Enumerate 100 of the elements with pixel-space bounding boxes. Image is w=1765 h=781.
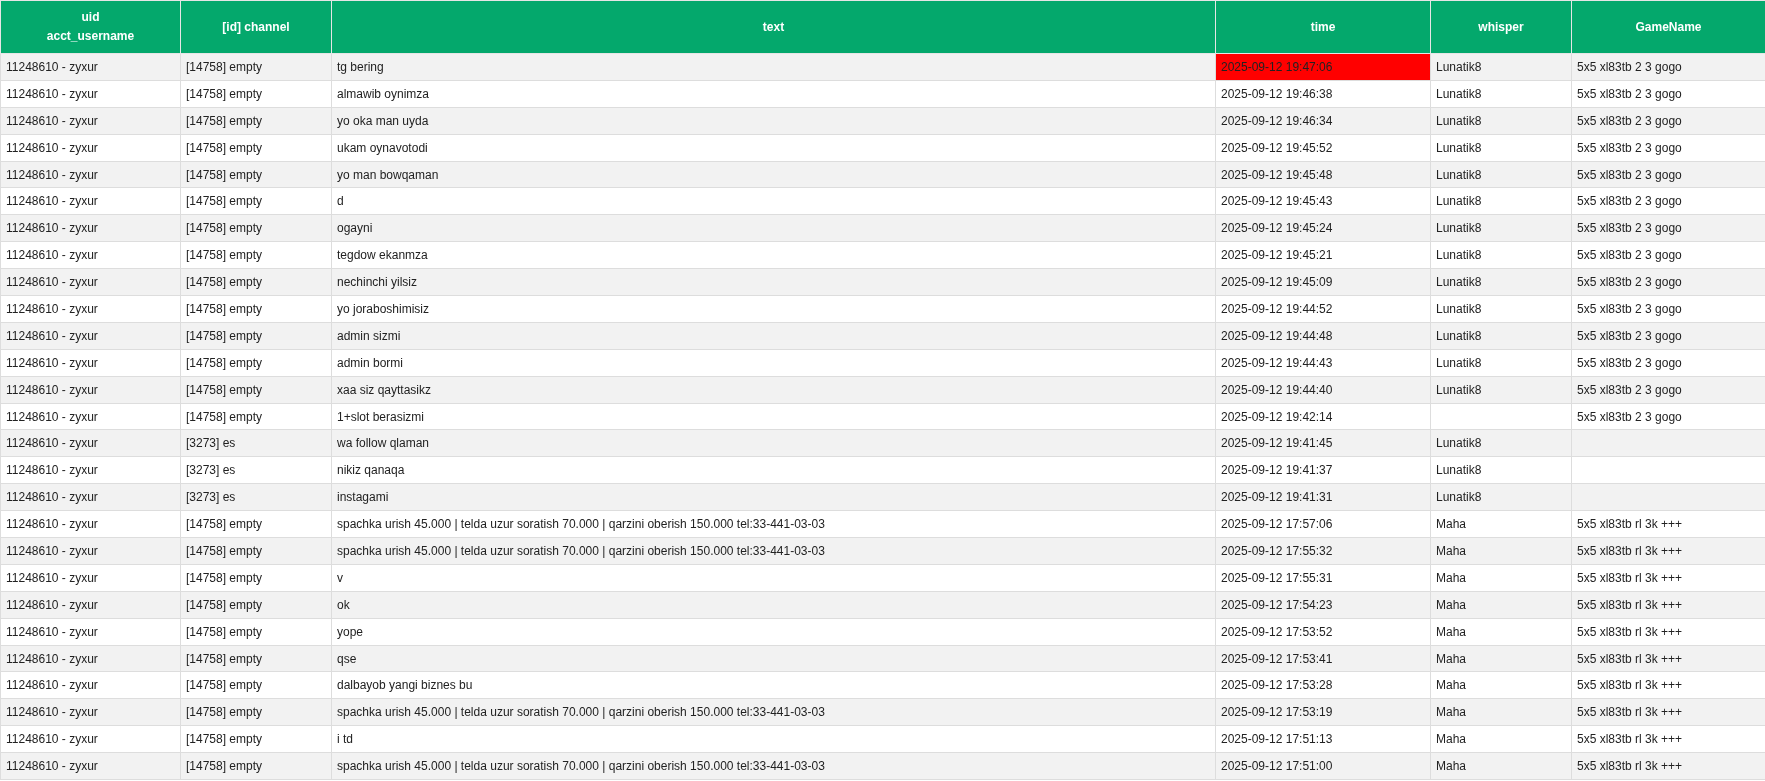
whisper-cell: Lunatik8 bbox=[1430, 429, 1572, 457]
uid-cell: 11248610 - zyxur bbox=[0, 214, 181, 242]
time-cell: 2025-09-12 17:53:41 bbox=[1215, 645, 1431, 672]
channel-cell: [14758] empty bbox=[180, 725, 332, 753]
column-header: uid acct_username bbox=[0, 0, 181, 54]
channel-cell: [14758] empty bbox=[180, 537, 332, 565]
time-cell: 2025-09-12 19:42:14 bbox=[1215, 403, 1431, 430]
channel-cell: [14758] empty bbox=[180, 107, 332, 135]
channel-cell: [14758] empty bbox=[180, 510, 332, 538]
column-header: whisper bbox=[1430, 0, 1572, 54]
message-cell: tegdow ekanmza bbox=[331, 241, 1216, 269]
whisper-cell: Lunatik8 bbox=[1430, 456, 1572, 484]
message-cell: yope bbox=[331, 618, 1216, 646]
time-cell: 2025-09-12 19:47:06 bbox=[1215, 53, 1431, 81]
message-cell: nechinchi yilsiz bbox=[331, 268, 1216, 296]
channel-cell: [14758] empty bbox=[180, 268, 332, 296]
channel-cell: [14758] empty bbox=[180, 161, 332, 188]
uid-cell: 11248610 - zyxur bbox=[0, 322, 181, 350]
whisper-cell: Maha bbox=[1430, 510, 1572, 538]
channel-cell: [3273] es bbox=[180, 429, 332, 457]
time-cell: 2025-09-12 17:55:31 bbox=[1215, 564, 1431, 592]
channel-cell: [14758] empty bbox=[180, 591, 332, 619]
message-cell: admin sizmi bbox=[331, 322, 1216, 350]
channel-cell: [14758] empty bbox=[180, 376, 332, 404]
uid-cell: 11248610 - zyxur bbox=[0, 483, 181, 511]
uid-cell: 11248610 - zyxur bbox=[0, 618, 181, 646]
uid-cell: 11248610 - zyxur bbox=[0, 752, 181, 780]
message-cell: i td bbox=[331, 725, 1216, 753]
time-cell: 2025-09-12 17:53:52 bbox=[1215, 618, 1431, 646]
uid-cell: 11248610 - zyxur bbox=[0, 295, 181, 323]
uid-cell: 11248610 - zyxur bbox=[0, 645, 181, 672]
whisper-cell: Lunatik8 bbox=[1430, 322, 1572, 350]
time-cell: 2025-09-12 19:44:48 bbox=[1215, 322, 1431, 350]
time-cell: 2025-09-12 19:46:34 bbox=[1215, 107, 1431, 135]
whisper-cell: Lunatik8 bbox=[1430, 483, 1572, 511]
message-cell: tg bering bbox=[331, 53, 1216, 81]
channel-cell: [14758] empty bbox=[180, 564, 332, 592]
channel-cell: [14758] empty bbox=[180, 752, 332, 780]
whisper-cell: Maha bbox=[1430, 537, 1572, 565]
time-cell: 2025-09-12 17:51:13 bbox=[1215, 725, 1431, 753]
uid-cell: 11248610 - zyxur bbox=[0, 564, 181, 592]
channel-cell: [14758] empty bbox=[180, 403, 332, 430]
channel-cell: [14758] empty bbox=[180, 618, 332, 646]
message-cell: instagami bbox=[331, 483, 1216, 511]
message-cell: spachka urish 45.000 | telda uzur soratish 70.000 | qarzini oberish 150.000 tel:33-441-03-03 bbox=[331, 698, 1216, 726]
uid-cell: 11248610 - zyxur bbox=[0, 510, 181, 538]
uid-cell: 11248610 - zyxur bbox=[0, 429, 181, 457]
time-cell: 2025-09-12 19:44:43 bbox=[1215, 349, 1431, 377]
channel-cell: [3273] es bbox=[180, 456, 332, 484]
uid-cell: 11248610 - zyxur bbox=[0, 591, 181, 619]
channel-cell: [14758] empty bbox=[180, 698, 332, 726]
channel-cell: [3273] es bbox=[180, 483, 332, 511]
whisper-cell: Lunatik8 bbox=[1430, 53, 1572, 81]
column-header: time bbox=[1215, 0, 1431, 54]
channel-cell: [14758] empty bbox=[180, 645, 332, 672]
message-cell: spachka urish 45.000 | telda uzur soratish 70.000 | qarzini oberish 150.000 tel:33-441-03-03 bbox=[331, 537, 1216, 565]
message-cell: almawib oynimza bbox=[331, 80, 1216, 108]
time-cell: 2025-09-12 17:57:06 bbox=[1215, 510, 1431, 538]
uid-cell: 11248610 - zyxur bbox=[0, 161, 181, 188]
uid-cell: 11248610 - zyxur bbox=[0, 268, 181, 296]
time-cell: 2025-09-12 19:41:37 bbox=[1215, 456, 1431, 484]
message-cell: ukam oynavotodi bbox=[331, 134, 1216, 162]
message-cell: nikiz qanaqa bbox=[331, 456, 1216, 484]
uid-cell: 11248610 - zyxur bbox=[0, 725, 181, 753]
whisper-cell: Lunatik8 bbox=[1430, 349, 1572, 377]
whisper-cell: Lunatik8 bbox=[1430, 376, 1572, 404]
time-cell: 2025-09-12 17:53:28 bbox=[1215, 672, 1431, 699]
message-cell: v bbox=[331, 564, 1216, 592]
message-cell: ok bbox=[331, 591, 1216, 619]
whisper-cell: Lunatik8 bbox=[1430, 295, 1572, 323]
whisper-cell: Maha bbox=[1430, 698, 1572, 726]
uid-cell: 11248610 - zyxur bbox=[0, 107, 181, 135]
whisper-cell: Lunatik8 bbox=[1430, 187, 1572, 215]
time-cell: 2025-09-12 19:45:09 bbox=[1215, 268, 1431, 296]
column-header: [id] channel bbox=[180, 0, 332, 54]
time-cell: 2025-09-12 19:41:45 bbox=[1215, 429, 1431, 457]
message-cell: dalbayob yangi biznes bu bbox=[331, 672, 1216, 699]
whisper-cell: Lunatik8 bbox=[1430, 134, 1572, 162]
message-cell: yo oka man uyda bbox=[331, 107, 1216, 135]
message-cell: yo man bowqaman bbox=[331, 161, 1216, 188]
time-cell: 2025-09-12 19:46:38 bbox=[1215, 80, 1431, 108]
time-cell: 2025-09-12 17:51:00 bbox=[1215, 752, 1431, 780]
channel-cell: [14758] empty bbox=[180, 134, 332, 162]
channel-cell: [14758] empty bbox=[180, 349, 332, 377]
message-cell: admin bormi bbox=[331, 349, 1216, 377]
time-cell: 2025-09-12 19:45:21 bbox=[1215, 241, 1431, 269]
whisper-cell: Maha bbox=[1430, 752, 1572, 780]
uid-cell: 11248610 - zyxur bbox=[0, 53, 181, 81]
channel-cell: [14758] empty bbox=[180, 80, 332, 108]
whisper-cell: Lunatik8 bbox=[1430, 80, 1572, 108]
message-cell: spachka urish 45.000 | telda uzur soratish 70.000 | qarzini oberish 150.000 tel:33-441-03-03 bbox=[331, 510, 1216, 538]
time-cell: 2025-09-12 19:44:40 bbox=[1215, 376, 1431, 404]
whisper-cell: Maha bbox=[1430, 672, 1572, 699]
message-cell: d bbox=[331, 187, 1216, 215]
whisper-cell: Lunatik8 bbox=[1430, 161, 1572, 188]
time-cell: 2025-09-12 19:45:48 bbox=[1215, 161, 1431, 188]
whisper-cell: Lunatik8 bbox=[1430, 214, 1572, 242]
uid-cell: 11248610 - zyxur bbox=[0, 456, 181, 484]
time-cell: 2025-09-12 19:44:52 bbox=[1215, 295, 1431, 323]
channel-cell: [14758] empty bbox=[180, 241, 332, 269]
